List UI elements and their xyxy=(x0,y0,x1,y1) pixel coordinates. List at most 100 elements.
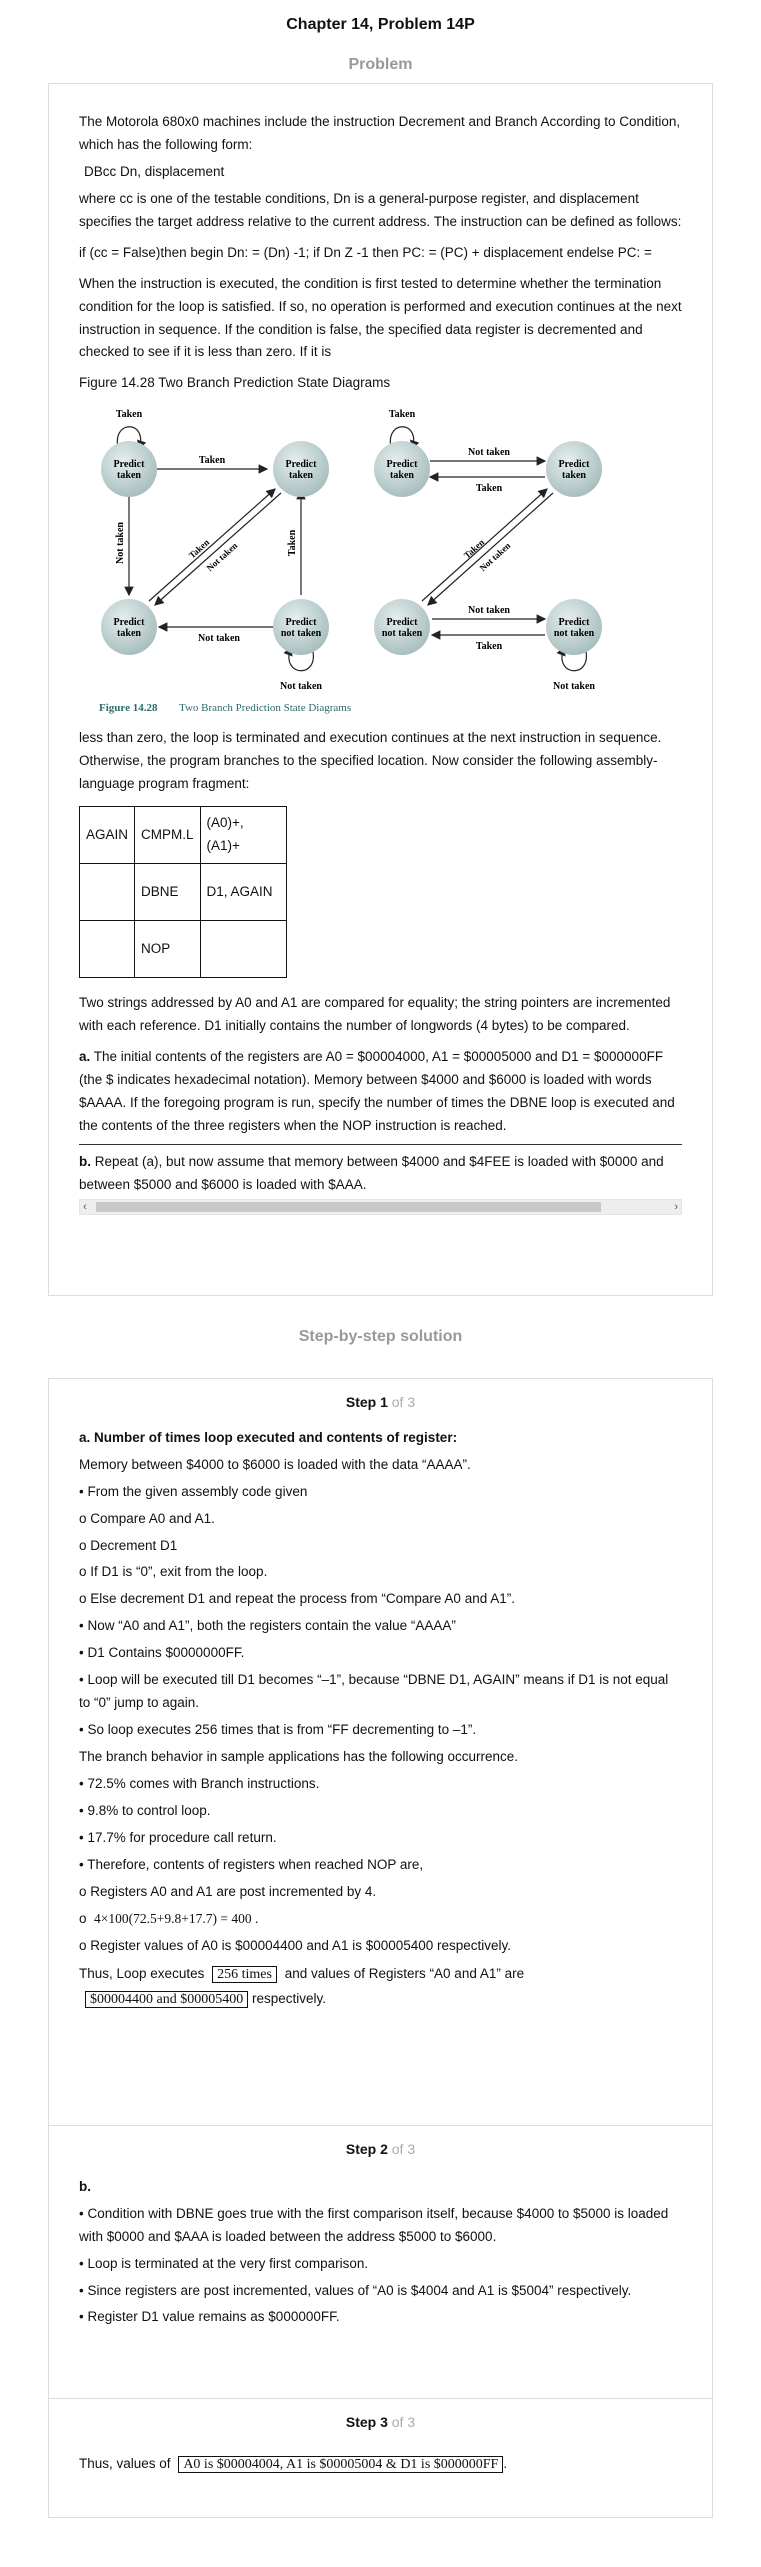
step-line: • Loop is terminated at the very first c… xyxy=(79,2255,369,2271)
step-line: • Since registers are post incremented, … xyxy=(79,2282,632,2298)
table-cell: D1, AGAIN xyxy=(199,863,287,922)
edge-label: Not taken xyxy=(115,522,126,564)
step-line: o Else decrement D1 and repeat the proce… xyxy=(79,1591,515,1607)
svg-text:not taken: not taken xyxy=(281,628,322,639)
code-table: AGAIN CMPM.L (A0)+, (A1)+ DBNE D1, AGAIN… xyxy=(78,806,287,979)
edge-label: Taken xyxy=(476,641,503,652)
svg-text:taken: taken xyxy=(117,470,141,481)
state-node: Predict not taken xyxy=(374,599,430,656)
part-a-label: a. xyxy=(79,1049,91,1064)
problem-when: When the instruction is executed, the co… xyxy=(79,275,682,360)
problem-where: where cc is one of the testable conditio… xyxy=(79,190,682,229)
step-line: Memory between $4000 to $6000 is loaded … xyxy=(79,1456,471,1472)
step-line: • 72.5% comes with Branch instructions. xyxy=(79,1775,320,1791)
step-line: • So loop executes 256 times that is fro… xyxy=(79,1722,477,1738)
scroll-right-icon[interactable]: › xyxy=(674,1198,678,1217)
table-row: AGAIN CMPM.L (A0)+, (A1)+ xyxy=(78,806,287,865)
part-b-label: b. xyxy=(79,1153,91,1169)
step-line: • 9.8% to control loop. xyxy=(79,1802,211,1818)
branch-prediction-diagram: Taken Taken Not taken Taken Not taken Ta… xyxy=(99,409,602,714)
edge-label: Not taken xyxy=(468,447,510,458)
page-title: Chapter 14, Problem 14P xyxy=(286,16,475,33)
edge-label: Taken xyxy=(287,530,298,557)
step-line: • Therefore, contents of registers when … xyxy=(79,1856,424,1872)
table-cell: NOP xyxy=(134,920,201,979)
conclusion-text: . xyxy=(503,2455,508,2471)
step-line: • D1 Contains $0000000FF. xyxy=(79,1645,245,1661)
state-node: Predict not taken xyxy=(546,599,602,656)
step-label: Step 3 xyxy=(345,2414,388,2430)
step-line: • Loop will be executed till D1 becomes … xyxy=(79,1672,669,1711)
step-line: • 17.7% for procedure call return. xyxy=(79,1829,277,1845)
formula-line: o 4×100(72.5+9.8+17.7) = 400 . xyxy=(79,1908,682,1931)
diagram-caption-number: Figure 14.28 xyxy=(99,702,158,714)
conclusion-text: Thus, Loop executes xyxy=(79,1965,205,1981)
edge-label: Not taken xyxy=(198,633,240,644)
formula: 4×100(72.5+9.8+17.7) = 400 . xyxy=(94,1910,259,1926)
svg-text:Predict: Predict xyxy=(286,459,318,470)
table-row: NOP xyxy=(78,920,287,979)
step-conclusion: Thus, values of A0 is $00004004, A1 is $… xyxy=(79,2453,682,2477)
step-line: o Compare A0 and A1. xyxy=(79,1510,215,1526)
edge-label: Not taken xyxy=(280,681,322,692)
answer-box: 256 times xyxy=(212,1965,277,1983)
conclusion-text: and values of Registers “A0 and A1” are xyxy=(284,1965,525,1981)
state-node: Predict taken xyxy=(546,441,602,498)
svg-text:taken: taken xyxy=(117,628,141,639)
table-cell: (A0)+, (A1)+ xyxy=(199,806,287,865)
part-a: a. The initial contents of the registers… xyxy=(79,1046,682,1138)
step-line: The branch behavior in sample applicatio… xyxy=(79,1749,519,1765)
svg-text:Predict: Predict xyxy=(114,617,146,628)
step-line: • Register D1 value remains as $000000FF… xyxy=(79,2309,340,2325)
step-label: Step 2 xyxy=(345,2141,388,2157)
table-cell: CMPM.L xyxy=(134,806,201,865)
horizontal-scrollbar[interactable]: ‹ › xyxy=(79,1198,682,1217)
conclusion-text: Thus, values of xyxy=(79,2455,171,2471)
step-line: • Now “A0 and A1”, both the registers co… xyxy=(79,1618,456,1634)
step-line: o If D1 is “0”, exit from the loop. xyxy=(79,1564,268,1580)
svg-text:Predict: Predict xyxy=(114,459,146,470)
step-line: o Registers A0 and A1 are post increment… xyxy=(79,1883,377,1899)
svg-text:taken: taken xyxy=(562,470,586,481)
svg-text:Predict: Predict xyxy=(387,617,419,628)
step-of: of 3 xyxy=(391,2141,416,2157)
divider xyxy=(79,1143,682,1145)
instruction-form: DBcc Dn, displacement xyxy=(84,163,225,179)
edge-label: Taken xyxy=(199,455,226,466)
step-2: Step 2 of 3 b. • Condition with DBNE goe… xyxy=(49,2126,712,2398)
answer-box: $00004400 and $00005400 xyxy=(85,1991,249,2009)
step-line: • Condition with DBNE goes true with the… xyxy=(79,2205,669,2244)
edge-label: Taken xyxy=(116,409,143,420)
svg-text:Predict: Predict xyxy=(559,617,591,628)
edge-label: Not taken xyxy=(468,605,510,616)
diagram-right: Taken Not taken Taken Taken Not taken No… xyxy=(374,409,602,692)
problem-less: less than zero, the loop is terminated a… xyxy=(79,730,662,792)
step-header: Step 2 of 3 xyxy=(49,2126,712,2162)
table-cell xyxy=(78,920,136,979)
step-label: Step 1 xyxy=(345,1394,388,1410)
conclusion-text: respectively. xyxy=(251,1991,327,2007)
step-line: o Decrement D1 xyxy=(79,1537,178,1553)
problem-intro: The Motorola 680x0 machines include the … xyxy=(79,114,681,152)
svg-text:Predict: Predict xyxy=(286,617,318,628)
diagram-left: Taken Taken Not taken Taken Not taken Ta… xyxy=(101,409,329,692)
step-header: Step 1 of 3 xyxy=(49,1379,712,1415)
solution-heading: Step-by-step solution xyxy=(298,1328,463,1345)
diagram-caption-title: Two Branch Prediction State Diagrams xyxy=(179,702,351,714)
part-a-text: The initial contents of the registers ar… xyxy=(79,1049,675,1133)
scrollbar-thumb[interactable] xyxy=(96,1201,601,1212)
problem-heading: Problem xyxy=(348,56,413,73)
svg-text:taken: taken xyxy=(390,470,414,481)
scroll-left-icon[interactable]: ‹ xyxy=(83,1198,87,1217)
step-heading: b. xyxy=(79,2178,91,2194)
step-header: Step 3 of 3 xyxy=(49,2399,712,2435)
state-node: Predict not taken xyxy=(273,599,329,656)
edge-label: Not taken xyxy=(553,681,595,692)
part-b-text: Repeat (a), but now assume that memory b… xyxy=(79,1153,664,1192)
part-b: b. Repeat (a), but now assume that memor… xyxy=(79,1151,682,1197)
state-node: Predict taken xyxy=(101,441,157,498)
answer-box: A0 is $00004004, A1 is $00005004 & D1 is… xyxy=(178,2455,504,2473)
table-cell: DBNE xyxy=(134,863,201,922)
state-node: Predict taken xyxy=(273,441,329,498)
step-line: • From the given assembly code given xyxy=(79,1483,308,1499)
